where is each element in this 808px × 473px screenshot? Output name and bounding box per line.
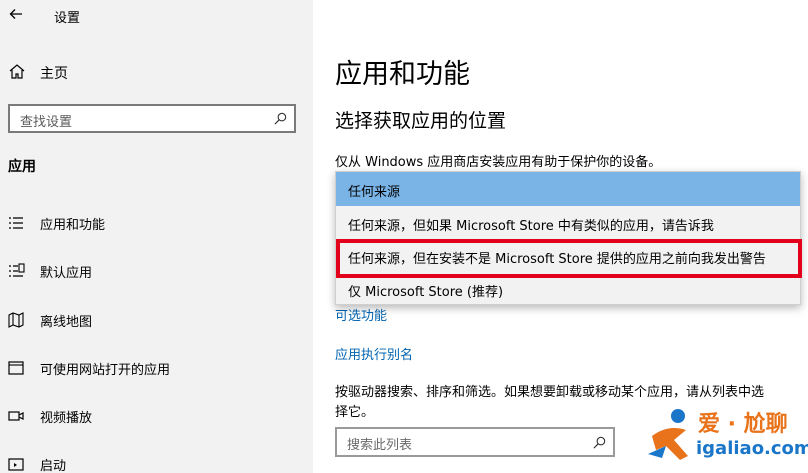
sidebar-item-default-apps[interactable]: 默认应用 [0,256,313,286]
sidebar-item-label: 主页 [40,66,68,82]
sidebar-item-label: 离线地图 [40,315,93,330]
sidebar-item-offline-maps[interactable]: 离线地图 [0,305,313,335]
app-source-dropdown-list[interactable]: 任何来源 任何来源，但如果 Microsoft Store 中有类似的应用，请告… [335,171,801,305]
dropdown-option-notify-similar[interactable]: 任何来源，但如果 Microsoft Store 中有类似的应用，请告诉我 [336,206,800,240]
map-icon [8,312,24,328]
option-label: 任何来源，但如果 Microsoft Store 中有类似的应用，请告诉我 [348,219,714,234]
option-label: 仅 Microsoft Store (推荐) [348,285,504,300]
home-icon [9,64,25,79]
watermark-domain: igaliao.com [696,438,808,459]
sidebar-item-label: 可使用网站打开的应用 [40,363,171,378]
sidebar-item-label: 默认应用 [40,266,93,281]
web-apps-icon [8,361,24,375]
section-subtitle: 选择获取应用的位置 [335,110,507,132]
sidebar-item-home[interactable]: 主页 [0,58,313,86]
option-label: 任何来源 [348,185,401,200]
sidebar-item-startup[interactable]: 启动 [0,449,313,473]
watermark-logo: 爱 · 尬聊 igaliao.com [644,404,808,470]
title-bar: 设置 [0,0,313,30]
runner-logo-icon [648,409,688,460]
search-placeholder: 搜索此列表 [347,438,413,453]
highlight-annotation-box [336,239,802,278]
sidebar-section-header: 应用 [8,159,36,175]
list-icon [9,217,23,229]
back-button[interactable] [6,4,26,24]
app-list-search-input[interactable]: 搜索此列表 [335,427,615,457]
sidebar: 设置 主页 查找设置 应用 应用和功能 默认应用 离线地图 可使用网站打开的应用… [0,0,313,473]
sidebar-item-label: 视频播放 [40,411,93,426]
sidebar-item-web-apps[interactable]: 可使用网站打开的应用 [0,353,313,383]
watermark-text: 爱 · 尬聊 [698,412,788,437]
sidebar-item-apps-features[interactable]: 应用和功能 [0,208,313,238]
search-icon [274,112,287,125]
dropdown-option-any-source[interactable]: 任何来源 [336,172,800,206]
search-icon [593,436,606,449]
search-placeholder: 查找设置 [20,115,73,130]
description-text: 仅从 Windows 应用商店安装应用有助于保护你的设备。 [335,155,662,170]
arrow-left-icon [9,9,22,19]
sidebar-item-label: 应用和功能 [40,218,106,233]
default-apps-icon [9,263,25,277]
startup-icon [8,458,24,471]
sidebar-item-label: 启动 [40,459,67,473]
window-title: 设置 [54,11,81,26]
sidebar-item-video-playback[interactable]: 视频播放 [0,401,313,431]
settings-search-input[interactable]: 查找设置 [8,104,296,133]
video-icon [8,411,24,421]
page-title: 应用和功能 [335,59,470,90]
optional-features-link[interactable]: 可选功能 [335,305,387,324]
app-alias-link[interactable]: 应用执行别名 [335,344,413,363]
main-content: 应用和功能 选择获取应用的位置 仅从 Windows 应用商店安装应用有助于保护… [313,0,808,473]
